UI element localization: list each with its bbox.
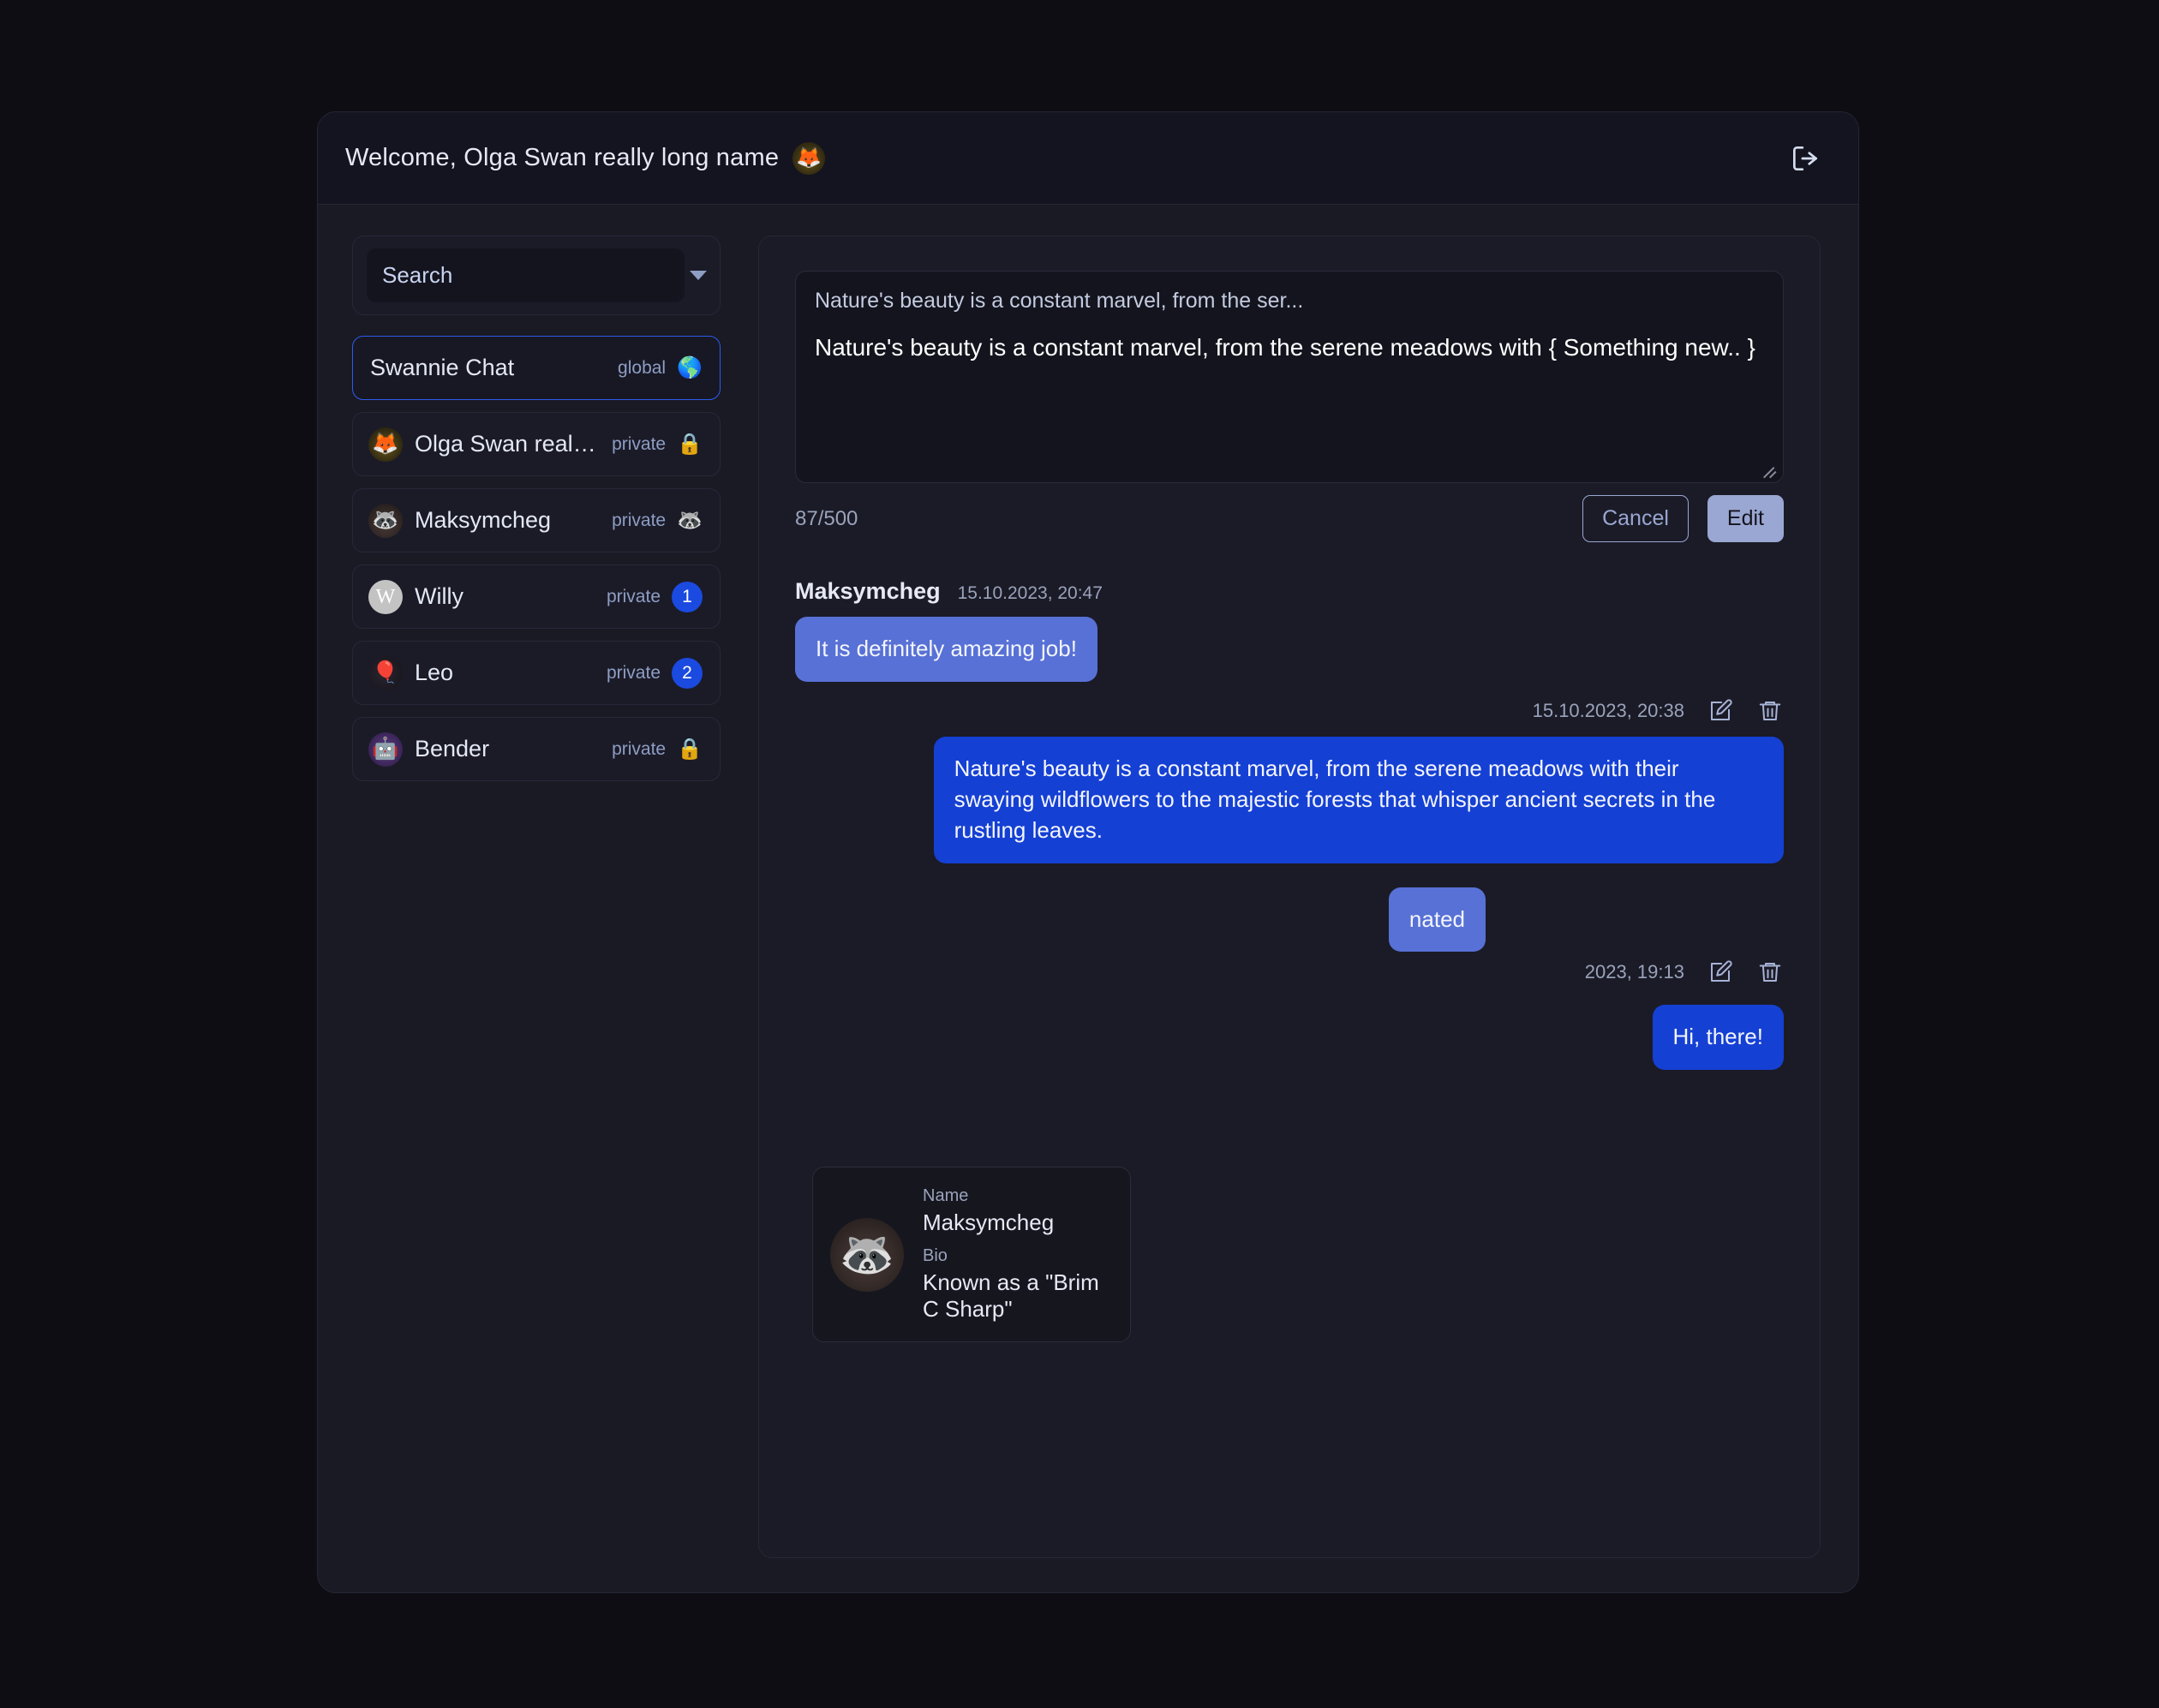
edit-pencil-icon [1711, 960, 1732, 982]
name-value: Maksymcheg [923, 1209, 1055, 1235]
avatar: W [368, 579, 403, 614]
trash-icon [1759, 963, 1781, 982]
delete-message-button[interactable] [1756, 697, 1784, 725]
message-actions: 15.10.2023, 20:38 [795, 697, 1784, 725]
avatar-emoji: 🦝 [839, 1229, 895, 1280]
chat-type-label: private [612, 433, 667, 454]
message-bubble[interactable]: Nature's beauty is a constant marvel, fr… [933, 736, 1784, 863]
name-label: Name [923, 1186, 969, 1205]
bio-label: Bio [923, 1246, 948, 1265]
globe-icon: 🌎 [677, 355, 703, 379]
message-timestamp: 2023, 19:13 [1584, 961, 1684, 983]
message-bubble[interactable]: It is definitely amazing job! [795, 617, 1097, 682]
message-bubble[interactable]: nated [1388, 887, 1486, 953]
chat-meta: global 🌎 [618, 355, 703, 379]
chat-meta: private 1 [606, 581, 703, 612]
lock-icon: 🔒 [677, 432, 703, 456]
app-header: Welcome, Olga Swan really long name 🦊 [318, 112, 1858, 205]
welcome-text: Welcome, Olga Swan really long name [345, 144, 780, 171]
chat-list: Swannie Chat global 🌎 🦊 Olga Swan really… [352, 336, 721, 781]
chat-name: Maksymcheg [415, 507, 552, 533]
chat-list-item-bender[interactable]: 🤖 Bender private 🔒 [352, 717, 721, 781]
bio-value: Known as a "Brim C Sharp" [923, 1269, 1099, 1322]
edit-button-group: Cancel Edit [1582, 495, 1784, 542]
message-author: Maksymcheg [795, 578, 941, 604]
message-actions: 2023, 19:13 [795, 959, 1784, 986]
edit-message-button[interactable] [1707, 697, 1734, 725]
chat-type-label: private [606, 662, 661, 683]
profile-fields: Name Maksymcheg Bio Known as a "Brim C S… [923, 1186, 1113, 1323]
chat-panel: Nature's beauty is a constant marvel, fr… [758, 236, 1821, 1558]
search-container [352, 236, 721, 315]
message-group-incoming: Maksymcheg 15.10.2023, 20:47 It is defin… [795, 578, 1784, 682]
chat-name: Willy [415, 583, 463, 609]
lock-icon: 🔒 [677, 737, 703, 761]
unread-badge: 2 [672, 657, 703, 689]
chat-type-label: global [618, 357, 667, 378]
message-timestamp: 15.10.2023, 20:47 [957, 583, 1103, 603]
message-row-outgoing: Hi, there! [795, 1005, 1784, 1071]
message-header: Maksymcheg 15.10.2023, 20:47 [795, 578, 1784, 605]
chat-list-item-leo[interactable]: 🎈 Leo private 2 [352, 641, 721, 705]
lock-icon: 🦝 [677, 508, 703, 532]
chat-name: Swannie Chat [370, 355, 515, 380]
message-edit-box: Nature's beauty is a constant marvel, fr… [795, 271, 1784, 483]
chat-type-label: private [612, 510, 667, 530]
search-dropdown-toggle[interactable] [690, 257, 707, 295]
chat-name: Bender [415, 736, 490, 761]
chat-list-item-maksymcheg[interactable]: 🦝 Maksymcheg private 🦝 [352, 488, 721, 552]
chat-meta: private 🦝 [612, 508, 703, 532]
chat-list-item-olga-swan[interactable]: 🦊 Olga Swan really long... private 🔒 [352, 412, 721, 476]
user-avatar: 🦊 [792, 141, 826, 175]
chat-name: Olga Swan really long... [415, 431, 600, 457]
logout-button[interactable] [1783, 136, 1827, 181]
edit-message-button[interactable] [1707, 959, 1734, 986]
message-row-partial: nated [795, 887, 1784, 953]
chat-meta: private 🔒 [612, 432, 703, 456]
app-body: Swannie Chat global 🌎 🦊 Olga Swan really… [318, 205, 1858, 1592]
chat-type-label: private [612, 738, 667, 759]
logout-icon [1792, 146, 1818, 170]
message-bubble[interactable]: Hi, there! [1652, 1005, 1784, 1071]
chat-list-item-willy[interactable]: W Willy private 1 [352, 564, 721, 629]
message-edit-textarea[interactable] [796, 319, 1783, 482]
edit-preview-text: Nature's beauty is a constant marvel, fr… [815, 289, 1304, 313]
chat-meta: private 2 [606, 657, 703, 689]
chevron-down-icon [690, 271, 707, 280]
avatar: 🤖 [368, 732, 403, 767]
avatar-emoji: 🦊 [796, 146, 822, 170]
unread-badge: 1 [672, 581, 703, 612]
search-input[interactable] [367, 248, 685, 302]
chat-type-label: private [606, 586, 661, 606]
trash-icon [1759, 701, 1781, 720]
chat-meta: private 🔒 [612, 737, 703, 761]
delete-message-button[interactable] [1756, 959, 1784, 986]
edit-pencil-icon [1711, 699, 1732, 720]
message-row-outgoing: Nature's beauty is a constant marvel, fr… [795, 736, 1784, 863]
character-counter: 87/500 [795, 506, 858, 530]
profile-hover-card: 🦝 Name Maksymcheg Bio Known as a "Brim C… [812, 1167, 1131, 1342]
avatar: 🎈 [368, 655, 403, 690]
edit-controls: 87/500 Cancel Edit [795, 495, 1784, 542]
sidebar: Swannie Chat global 🌎 🦊 Olga Swan really… [352, 236, 721, 1558]
welcome-banner: Welcome, Olga Swan really long name 🦊 [345, 141, 826, 175]
chat-list-item-swannie-chat[interactable]: Swannie Chat global 🌎 [352, 336, 721, 400]
message-timestamp: 15.10.2023, 20:38 [1532, 699, 1684, 721]
chat-name: Leo [415, 660, 454, 685]
cancel-button[interactable]: Cancel [1582, 495, 1689, 542]
edit-submit-button[interactable]: Edit [1707, 495, 1784, 542]
app-card: Welcome, Olga Swan really long name 🦊 Se… [317, 111, 1859, 1593]
avatar: 🦝 [830, 1217, 904, 1292]
avatar: 🦊 [368, 427, 403, 462]
avatar: 🦝 [368, 503, 403, 538]
